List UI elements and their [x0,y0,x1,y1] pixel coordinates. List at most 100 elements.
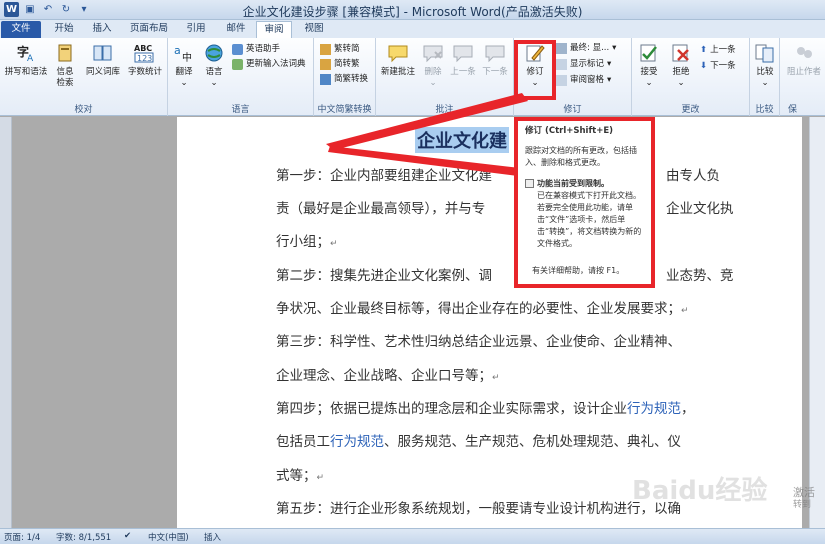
next-comment-button[interactable]: 下一条 [480,41,510,78]
document-page[interactable]: 企业文化建 第一步：企业内部要组建企业文化建 由专人负责（最好是企业最高领导），并… [177,117,802,528]
display-for-review-dropdown[interactable]: 最终: 显... ▾ [556,42,616,55]
line-text: 、服务规范、生产规范、危机处理规范、典礼、仪 [384,434,681,450]
group-language: a中 翻译 ⌄ 语言 ⌄ 英语助手 更新输入法词典 语言 [168,38,314,116]
translate-button[interactable]: a中 翻译 ⌄ [170,41,198,89]
status-language[interactable]: 中文(中国) [148,531,189,543]
document-line[interactable]: 责（最好是企业最高领导），并与专 企业文化执 [276,197,736,217]
arrow-down-icon: ⬇ [700,61,708,71]
thesaurus-button[interactable]: 同义词库 [82,41,124,78]
document-line[interactable]: 行小组；↵ [276,230,736,250]
line-text: 企业理念、企业战略、企业口号等； [276,368,492,384]
group-chinese-conversion: 繁转简 简转繁 简繁转换 中文简繁转换 [314,38,376,116]
group-label-compare: 比较 [755,105,774,115]
document-line[interactable]: 第一步：企业内部要组建企业文化建 由专人负 [276,164,736,184]
tooltip-restricted-title: 功能当前受到限制。 [537,179,609,188]
group-compare: 比较 ⌄ 比较 [750,38,780,116]
tab-review[interactable]: 审阅 [256,21,292,38]
next-change-button[interactable]: ⬇ 下一条 [700,60,736,73]
english-assistant-icon [232,44,243,55]
tab-references[interactable]: 引用 [178,21,214,38]
compare-button[interactable]: 比较 ⌄ [752,41,778,89]
line-text: 由专人负 [666,168,720,184]
document-heading[interactable]: 企业文化建 [415,127,509,153]
compare-icon [753,41,777,65]
previous-change-button[interactable]: ⬆ 上一条 [700,44,736,57]
block-authors-button[interactable]: 阻止作者 [784,41,824,78]
document-line[interactable]: 包括员工行为规范、服务规范、生产规范、危机处理规范、典礼、仪 [276,430,736,450]
word-count-icon: ABC 123 [133,41,157,65]
document-line[interactable]: 第四步；依据已提炼出的理念层和企业实际需求，设计企业行为规范， [276,397,736,417]
group-label-language: 语言 [231,105,250,115]
tab-home[interactable]: 开始 [46,21,82,38]
status-word-count[interactable]: 字数: 8/1,551 [56,531,111,543]
svg-text:123: 123 [137,54,152,63]
block-authors-icon [792,41,816,65]
status-insert-mode[interactable]: 插入 [204,531,221,543]
svg-text:ABC: ABC [134,44,152,53]
status-page[interactable]: 页面: 1/4 [4,531,40,543]
group-label-chinese-conversion: 中文简繁转换 [317,105,372,115]
line-text: 第三步：科学性、艺术性归纳总结企业远景、企业使命、企业精神、 [276,334,681,350]
line-text: 责（最好是企业最高领导），并与专 [276,201,486,217]
activation-notice: 激活 转到 [793,486,815,510]
svg-text:A: A [27,54,34,63]
line-text: 第五步：进行企业形象系统规划，一般要请专业设计机构进行，以确 [276,501,681,517]
accept-button[interactable]: 接受 ⌄ [634,41,664,89]
hyperlink-text[interactable]: 行为规范 [330,434,384,450]
english-assistant-button[interactable]: 英语助手 [232,43,280,56]
svg-text:a: a [174,44,181,57]
proofing-check-icon[interactable]: ✔ [124,531,131,541]
show-markup-button[interactable]: 显示标记 ▾ [556,58,611,71]
to-traditional-button[interactable]: 简转繁 [320,58,360,71]
research-button[interactable]: 信息 检索 [52,41,78,89]
reviewing-pane-button[interactable]: 审阅窗格 ▾ [556,74,611,87]
line-text: 企业文化执 [666,201,734,217]
tab-mailings[interactable]: 邮件 [218,21,254,38]
title-bar: W ▣ ↶ ↻ ▾ 企业文化建设步骤 [兼容模式] - Microsoft Wo… [0,0,825,20]
group-proofing: 字A 拼写和语法 信息 检索 同义词库 ABC 123 字数统计 校对 [0,38,168,116]
baidu-watermark: Baidu经验 [632,476,768,506]
delete-comment-button[interactable]: 删除 ⌄ [420,41,446,89]
reject-icon [669,41,693,65]
document-line[interactable]: 争状况、企业最终目标等，得出企业存在的必要性、企业发展要求；↵ [276,297,736,317]
line-text: ， [681,401,695,417]
spelling-grammar-button[interactable]: 字A 拼写和语法 [4,41,48,78]
previous-comment-icon [451,41,475,65]
research-book-icon [53,41,77,65]
tab-view[interactable]: 视图 [296,21,332,38]
group-changes: 接受 ⌄ 拒绝 ⌄ ⬆ 上一条 ⬇ 下一条 更改 [632,38,750,116]
tab-file[interactable]: 文件 [1,21,41,38]
line-text: 业态势、竞 [666,268,734,284]
document-line[interactable]: 第三步：科学性、艺术性归纳总结企业远景、企业使命、企业精神、 [276,330,736,350]
to-traditional-icon [320,59,331,70]
group-label-protect: 保 [788,105,798,115]
to-simplified-icon [320,44,331,55]
vertical-ruler [0,117,12,528]
next-comment-icon [483,41,507,65]
document-line[interactable]: 企业理念、企业战略、企业口号等；↵ [276,364,736,384]
language-globe-icon [202,41,226,65]
reject-button[interactable]: 拒绝 ⌄ [666,41,696,89]
line-text: 第一步：企业内部要组建企业文化建 [276,168,492,184]
language-button[interactable]: 语言 ⌄ [200,41,228,89]
line-text: 式等； [276,468,317,484]
paragraph-mark: ↵ [681,306,689,316]
paragraph-mark: ↵ [492,373,500,383]
tab-page-layout[interactable]: 页面布局 [124,21,174,38]
group-label-tracking: 修订 [563,105,582,115]
new-comment-button[interactable]: 新建批注 [378,41,418,78]
group-protect: 阻止作者 保 [780,38,825,116]
word-count-button[interactable]: ABC 123 字数统计 [124,41,166,78]
hyperlink-text[interactable]: 行为规范 [627,401,681,417]
paragraph-mark: ↵ [316,473,325,483]
line-text: 第二步：搜集先进企业文化案例、调 [276,268,492,284]
tab-insert[interactable]: 插入 [84,21,120,38]
tooltip-restricted-body: 已在兼容模式下打开此文档。若要完全使用此功能，请单击“文件”选项卡，然后单击“转… [537,191,642,248]
previous-comment-button[interactable]: 上一条 [448,41,478,78]
vertical-scrollbar[interactable] [809,117,825,528]
to-simplified-button[interactable]: 繁转简 [320,43,360,56]
chevron-down-icon: ▾ [612,43,617,53]
document-line[interactable]: 第二步：搜集先进企业文化案例、调 业态势、竞 [276,264,736,284]
update-ime-dictionary-button[interactable]: 更新输入法词典 [232,58,306,71]
chinese-convert-button[interactable]: 简繁转换 [320,73,368,86]
